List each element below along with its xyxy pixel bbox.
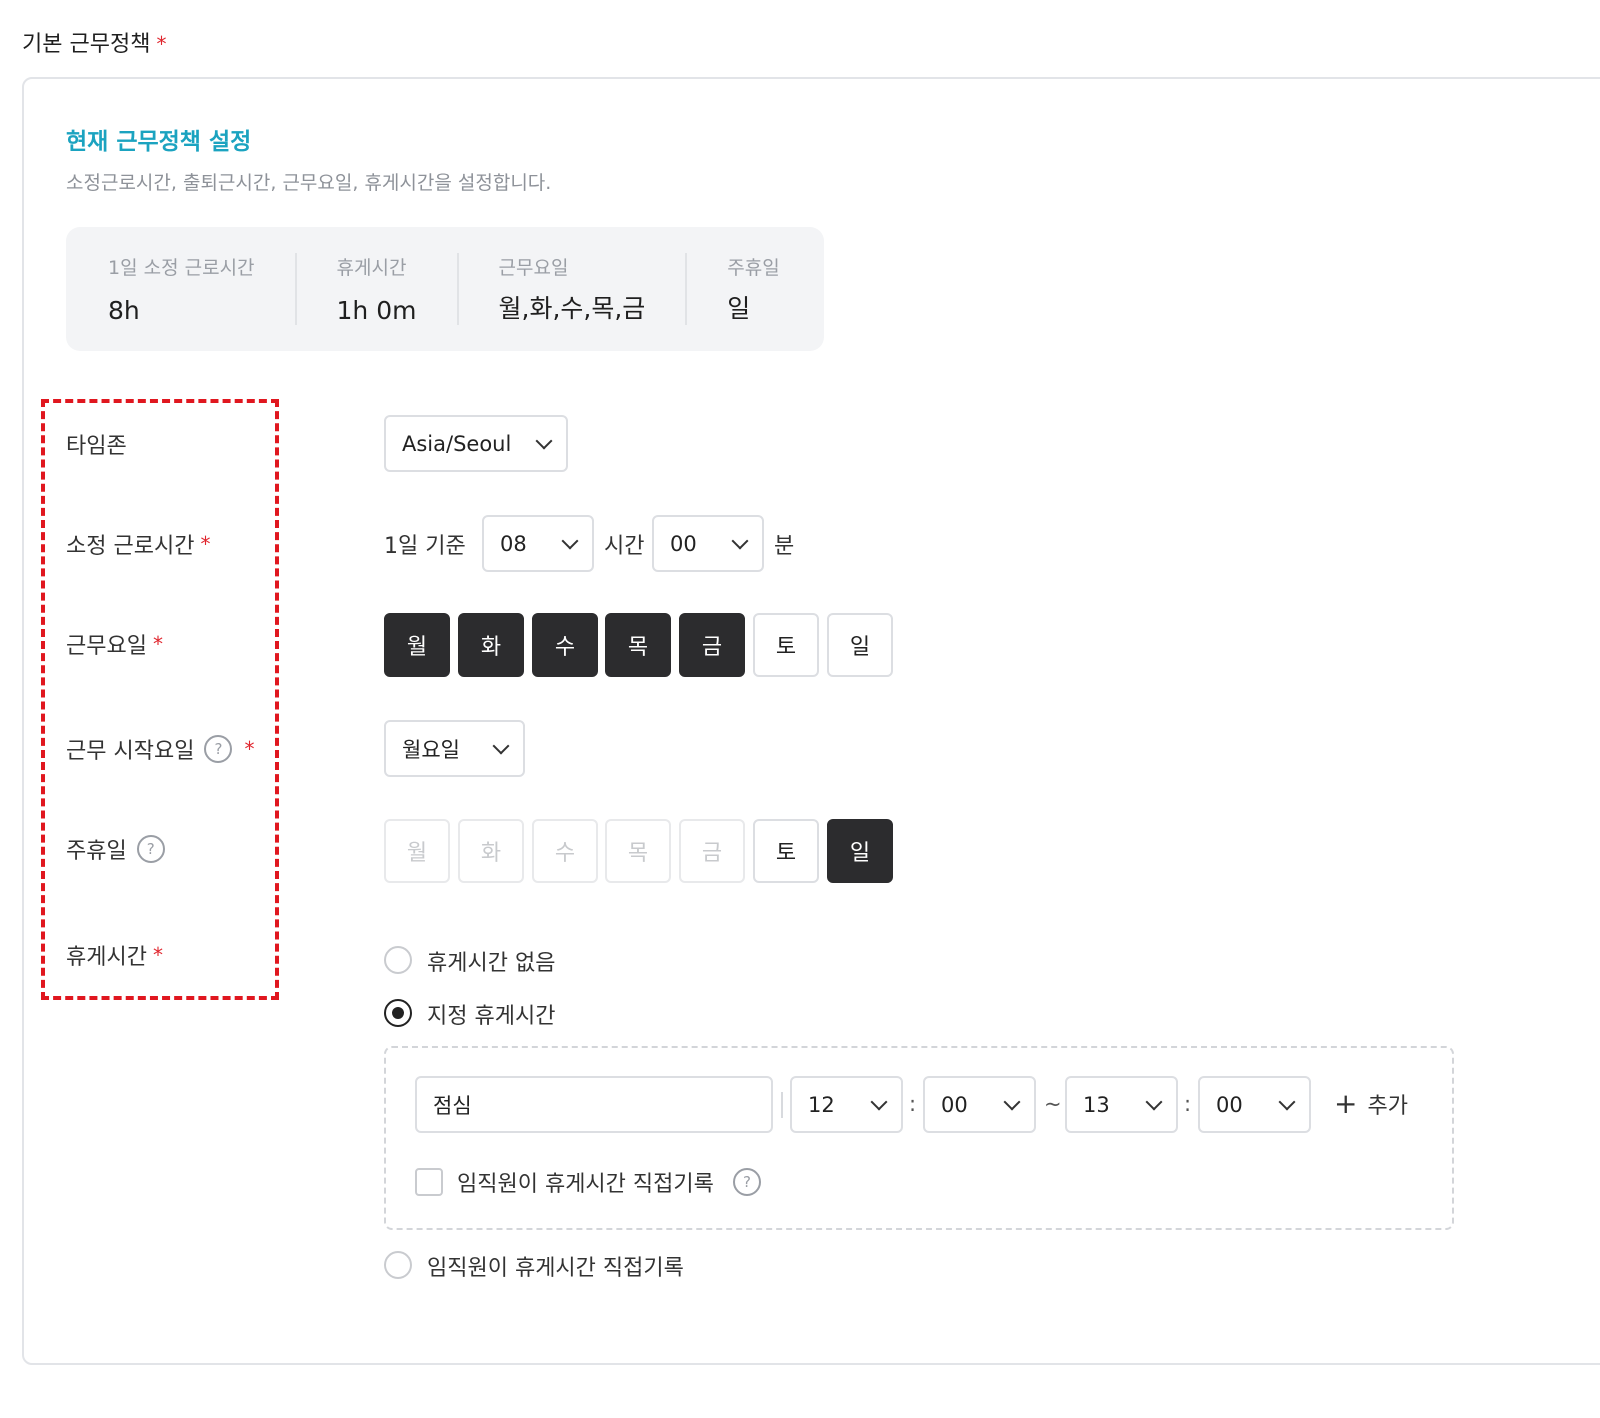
policy-summary: 1일 소정 근로시간 8h 휴게시간 1h 0m 근무요일 월,화,수,목,금 … bbox=[66, 227, 824, 351]
summary-value: 8h bbox=[108, 296, 140, 325]
self-record-checkbox[interactable] bbox=[415, 1168, 443, 1196]
work-hours-label-text: 소정 근로시간 bbox=[66, 534, 195, 559]
time-colon: : bbox=[1184, 1092, 1192, 1116]
summary-label: 주휴일 bbox=[727, 257, 780, 279]
summary-value: 월,화,수,목,금 bbox=[498, 294, 646, 323]
chevron-down-icon bbox=[561, 532, 579, 549]
holiday-day-sat[interactable]: 토 bbox=[753, 819, 819, 883]
minute-value: 00 bbox=[670, 531, 697, 556]
label-highlight-box bbox=[41, 399, 279, 1000]
summary-value: 일 bbox=[727, 294, 751, 323]
summary-label: 휴게시간 bbox=[336, 257, 407, 279]
holiday-day-fri: 금 bbox=[679, 819, 745, 883]
work-hours-hour-select[interactable]: 08 bbox=[482, 515, 594, 572]
radio-fixed-break-label[interactable]: 지정 휴게시간 bbox=[427, 998, 555, 1030]
break-start-minute-select[interactable]: 00 bbox=[923, 1076, 1036, 1133]
holiday-day-mon: 월 bbox=[384, 819, 450, 883]
hour-unit: 시간 bbox=[604, 534, 645, 559]
break-name-input[interactable]: 점심 bbox=[415, 1076, 773, 1133]
section-title: 기본 근무정책 * bbox=[22, 26, 166, 58]
time-colon: : bbox=[909, 1092, 917, 1116]
chevron-down-icon bbox=[1278, 1093, 1296, 1110]
work-day-fri[interactable]: 금 bbox=[679, 613, 745, 677]
break-time-label-text: 휴게시간 bbox=[66, 945, 147, 970]
radio-fixed-break[interactable] bbox=[384, 999, 412, 1027]
break-start-hour-select[interactable]: 12 bbox=[790, 1076, 903, 1133]
chevron-down-icon bbox=[1003, 1093, 1021, 1110]
break-time-label: 휴게시간 * bbox=[66, 939, 163, 971]
holiday-day-tue: 화 bbox=[458, 819, 524, 883]
break-end-hour-select[interactable]: 13 bbox=[1065, 1076, 1178, 1133]
required-mark: * bbox=[152, 943, 163, 967]
chevron-down-icon bbox=[731, 532, 749, 549]
work-day-wed[interactable]: 수 bbox=[532, 613, 598, 677]
current-policy-title: 현재 근무정책 설정 bbox=[66, 129, 252, 155]
range-separator: ~ bbox=[1044, 1092, 1062, 1116]
divider bbox=[781, 1092, 783, 1118]
work-day-tue[interactable]: 화 bbox=[458, 613, 524, 677]
help-icon[interactable]: ? bbox=[204, 735, 233, 763]
current-policy-description: 소정근로시간, 출퇴근시간, 근무요일, 휴게시간을 설정합니다. bbox=[66, 172, 552, 194]
work-days-label: 근무요일 * bbox=[66, 628, 163, 660]
plus-icon: + bbox=[1334, 1087, 1358, 1120]
help-icon[interactable]: ? bbox=[733, 1168, 761, 1196]
start-day-label: 근무 시작요일 ? * bbox=[66, 733, 254, 765]
minute-unit: 분 bbox=[774, 534, 795, 559]
required-mark: * bbox=[156, 32, 167, 56]
required-mark: * bbox=[244, 737, 255, 761]
work-hours-minute-select[interactable]: 00 bbox=[652, 515, 764, 572]
summary-value: 1h 0m bbox=[336, 296, 417, 325]
timezone-select[interactable]: Asia/Seoul bbox=[384, 415, 568, 472]
timezone-label: 타임존 bbox=[66, 428, 127, 460]
add-break-label: 추가 bbox=[1367, 1094, 1408, 1119]
start-minute-value: 00 bbox=[941, 1092, 968, 1117]
radio-no-break-label[interactable]: 휴게시간 없음 bbox=[427, 945, 555, 977]
timezone-label-text: 타임존 bbox=[66, 434, 127, 459]
radio-no-break[interactable] bbox=[384, 946, 412, 974]
summary-work-days: 근무요일 월,화,수,목,금 bbox=[499, 253, 688, 325]
radio-employee-record-label[interactable]: 임직원이 휴게시간 직접기록 bbox=[427, 1250, 684, 1282]
hour-value: 08 bbox=[500, 531, 527, 556]
help-icon[interactable]: ? bbox=[136, 835, 165, 863]
end-minute-value: 00 bbox=[1216, 1092, 1243, 1117]
chevron-down-icon bbox=[535, 432, 553, 449]
summary-work-hours: 1일 소정 근로시간 8h bbox=[108, 253, 297, 325]
required-mark: * bbox=[200, 532, 211, 556]
radio-employee-record[interactable] bbox=[384, 1251, 412, 1279]
work-hours-prefix: 1일 기준 bbox=[384, 534, 466, 559]
start-hour-value: 12 bbox=[808, 1092, 835, 1117]
break-end-minute-select[interactable]: 00 bbox=[1198, 1076, 1311, 1133]
section-title-text: 기본 근무정책 bbox=[22, 32, 151, 57]
timezone-value: Asia/Seoul bbox=[402, 431, 512, 456]
chevron-down-icon bbox=[870, 1093, 888, 1110]
work-day-thu[interactable]: 목 bbox=[605, 613, 671, 677]
add-break-button[interactable]: + 추가 bbox=[1334, 1088, 1408, 1120]
holiday-day-wed: 수 bbox=[532, 819, 598, 883]
self-record-label[interactable]: 임직원이 휴게시간 직접기록 bbox=[457, 1166, 714, 1198]
work-day-mon[interactable]: 월 bbox=[384, 613, 450, 677]
weekly-holiday-label: 주휴일 ? bbox=[66, 833, 165, 865]
work-day-sat[interactable]: 토 bbox=[753, 613, 819, 677]
work-hours-label: 소정 근로시간 * bbox=[66, 528, 210, 560]
work-day-sun[interactable]: 일 bbox=[827, 613, 893, 677]
chevron-down-icon bbox=[1145, 1093, 1163, 1110]
work-days-label-text: 근무요일 bbox=[66, 634, 147, 659]
summary-break-time: 휴게시간 1h 0m bbox=[337, 253, 459, 325]
start-day-value: 월요일 bbox=[402, 737, 460, 762]
start-day-select[interactable]: 월요일 bbox=[384, 720, 525, 777]
summary-label: 근무요일 bbox=[498, 257, 569, 279]
summary-weekly-holiday: 주휴일 일 bbox=[727, 253, 819, 325]
required-mark: * bbox=[152, 632, 163, 656]
break-entry-box bbox=[384, 1046, 1454, 1230]
end-hour-value: 13 bbox=[1083, 1092, 1110, 1117]
weekly-holiday-label-text: 주휴일 bbox=[66, 839, 127, 864]
start-day-label-text: 근무 시작요일 bbox=[66, 739, 195, 764]
chevron-down-icon bbox=[492, 737, 510, 754]
holiday-day-sun[interactable]: 일 bbox=[827, 819, 893, 883]
holiday-day-thu: 목 bbox=[605, 819, 671, 883]
summary-label: 1일 소정 근로시간 bbox=[108, 257, 255, 279]
